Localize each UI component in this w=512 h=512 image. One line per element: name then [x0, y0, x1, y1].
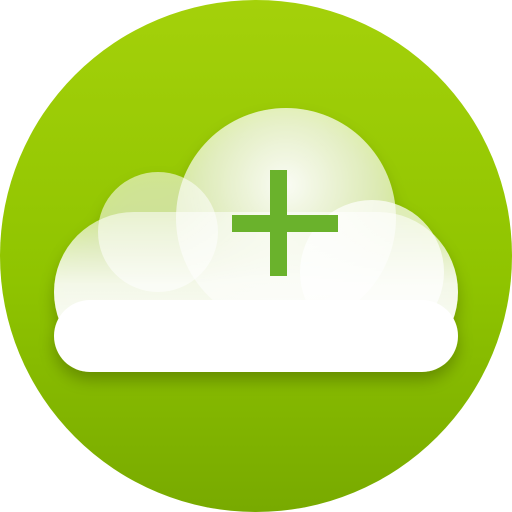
app-icon	[0, 0, 512, 512]
cloud-add-icon	[0, 0, 512, 512]
